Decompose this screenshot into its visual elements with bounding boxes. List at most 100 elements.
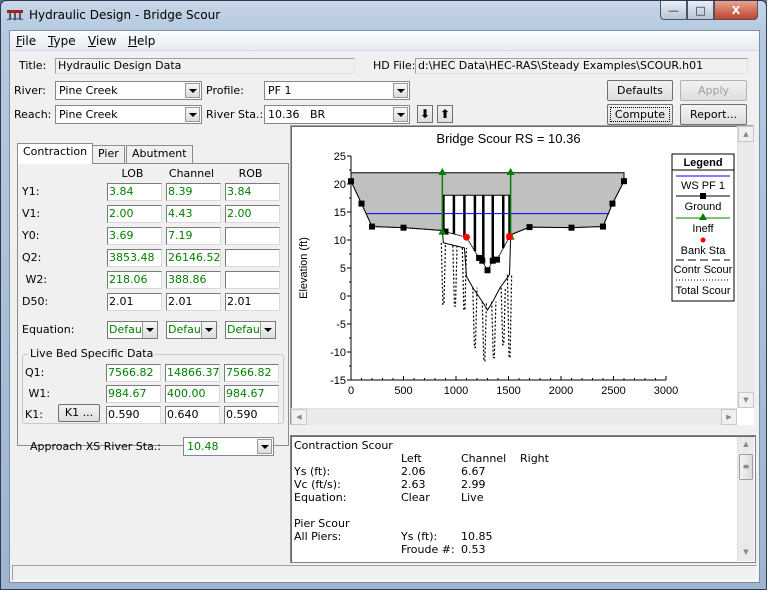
contraction-cell-lob[interactable]: 2.00 (107, 205, 162, 223)
contraction-cell-channel[interactable]: 26146.52 (166, 249, 221, 267)
scroll-up-button[interactable]: ▲ (738, 126, 754, 142)
scroll-thumb[interactable]: ≡ (739, 454, 753, 480)
w1-channel-field[interactable]: 400.00 (165, 385, 220, 403)
w1-rob-field[interactable]: 984.67 (224, 385, 279, 403)
contraction-cell-channel[interactable]: 4.43 (166, 205, 221, 223)
scroll-left-button[interactable]: ◀ (291, 409, 307, 425)
apply-button[interactable]: Apply (680, 80, 747, 101)
chevron-down-icon[interactable] (201, 322, 216, 338)
contraction-cell-lob[interactable]: 3853.48 (107, 249, 162, 267)
total-scour-hole (506, 274, 513, 359)
results-vertical-scrollbar[interactable]: ▲ ≡ ▼ (737, 437, 754, 561)
contraction-cell-rob[interactable]: 2.00 (225, 205, 280, 223)
hd-file-label: HD File: (373, 59, 416, 72)
live-bed-group: Live Bed Specific Data Q1: 7566.82 14866… (22, 347, 284, 424)
scroll-down-button[interactable]: ▼ (738, 545, 754, 561)
reach-select[interactable]: Pine Creek (55, 105, 202, 124)
contraction-cell-rob[interactable] (225, 271, 280, 289)
col-header-rob: ROB (238, 167, 263, 180)
chevron-down-icon[interactable] (260, 322, 275, 338)
scroll-right-button[interactable]: ▶ (721, 409, 737, 425)
contraction-cell-channel[interactable]: 2.01 (166, 293, 221, 311)
q1-lob-field[interactable]: 7566.82 (106, 364, 161, 382)
close-button[interactable]: X (714, 1, 758, 20)
equation-rob-select[interactable]: Defau (225, 321, 276, 339)
equation-lob-select[interactable]: Defau (107, 321, 158, 339)
contraction-cell-rob[interactable] (225, 227, 280, 245)
q1-channel-field[interactable]: 14866.37 (165, 364, 220, 382)
row-label: Q2: (22, 251, 42, 264)
legend-bank-label: Bank Sta (681, 245, 727, 257)
contraction-cell-lob[interactable]: 2.01 (107, 293, 162, 311)
equation-channel-select[interactable]: Defau (166, 321, 217, 339)
equation-label: Equation: (22, 323, 75, 336)
ys-label: Ys (ft): (294, 465, 331, 478)
chevron-down-icon[interactable] (185, 83, 200, 98)
scroll-up-button[interactable]: ▲ (738, 437, 754, 453)
defaults-button[interactable]: Defaults (607, 80, 673, 101)
q1-rob-field[interactable]: 7566.82 (224, 364, 279, 382)
profile-select[interactable]: PF 1 (264, 81, 410, 100)
menu-view[interactable]: View (88, 34, 116, 48)
row-label: Y0: (22, 229, 40, 242)
maximize-button[interactable]: □ (687, 1, 714, 20)
hd-file-field[interactable]: d:\HEC Data\HEC-RAS\Steady Examples\SCOU… (415, 58, 748, 74)
menu-type[interactable]: Type (48, 34, 76, 48)
chart-pane: Bridge Scour RS = 10.36 25 20 15 10 5 0 -5 -10 -1… (290, 125, 754, 425)
tab-abutment[interactable]: Abutment (126, 145, 193, 163)
w1-lob-field[interactable]: 984.67 (106, 385, 161, 403)
bank-station-marker (506, 233, 514, 241)
menu-help[interactable]: Help (128, 34, 155, 48)
ys-left-value: 2.06 (401, 465, 426, 478)
y-tick-label: 10 (334, 235, 346, 247)
scroll-down-button[interactable]: ▼ (738, 392, 754, 408)
y-tick-label: 5 (340, 263, 346, 275)
contraction-cell-rob[interactable] (225, 249, 280, 267)
chevron-down-icon[interactable] (257, 439, 272, 454)
k1-lob-field[interactable]: 0.590 (106, 406, 161, 424)
chart-vertical-scrollbar[interactable]: ▲ ▼ (737, 126, 754, 408)
contraction-cell-channel[interactable]: 7.19 (166, 227, 221, 245)
chevron-down-icon[interactable] (393, 107, 408, 122)
title-bar[interactable]: Hydraulic Design - Bridge Scour — □ X (1, 1, 766, 30)
river-sta-select[interactable]: 10.36 BR (264, 105, 410, 124)
legend-total-label: Total Scour (675, 285, 730, 297)
tab-contraction[interactable]: Contraction (17, 143, 94, 164)
legend-title: Legend (683, 157, 722, 169)
bridge-app-icon (7, 10, 23, 21)
chart-horizontal-scrollbar[interactable]: ◀ ▶ (291, 408, 737, 425)
minimize-button[interactable]: — (660, 1, 687, 20)
contraction-cell-channel[interactable]: 8.39 (166, 183, 221, 201)
chevron-down-icon[interactable] (185, 107, 200, 122)
contraction-panel: LOB Channel ROB Y1: 3.84 8.39 3.84 V1: 2.00 4.… (17, 163, 289, 456)
total-scour-hole (500, 287, 506, 346)
legend-ground-marker (700, 193, 706, 199)
k1-channel-field[interactable]: 0.640 (165, 406, 220, 424)
compute-button[interactable]: Compute (607, 104, 673, 125)
tab-pier[interactable]: Pier (92, 145, 125, 163)
title-field[interactable]: Hydraulic Design Data (55, 58, 355, 74)
bank-station-marker (463, 233, 470, 241)
pier-ys-label: Ys (ft): (401, 530, 438, 543)
k1-button[interactable]: K1 ... (58, 404, 100, 422)
contraction-cell-rob[interactable]: 2.01 (225, 293, 280, 311)
approach-xs-select[interactable]: 10.48 (183, 437, 274, 456)
x-tick-label: 0 (348, 385, 354, 397)
chevron-down-icon[interactable] (393, 83, 408, 98)
k1-rob-field[interactable]: 0.590 (224, 406, 279, 424)
row-label: D50: (22, 295, 49, 308)
contraction-cell-rob[interactable]: 3.84 (225, 183, 280, 201)
report-button[interactable]: Report... (680, 104, 747, 125)
chevron-down-icon[interactable] (142, 322, 157, 338)
contraction-cell-lob[interactable]: 3.69 (107, 227, 162, 245)
contraction-cell-lob[interactable]: 3.84 (107, 183, 162, 201)
ineff-marker-top (506, 168, 515, 175)
next-station-button[interactable]: ⬇ (417, 105, 433, 123)
contraction-cell-channel[interactable]: 388.86 (166, 271, 221, 289)
menu-file[interactable]: File (16, 34, 36, 48)
legend-ws-label: WS PF 1 (681, 180, 725, 192)
previous-station-button[interactable]: ⬆ (437, 105, 453, 123)
contraction-cell-lob[interactable]: 218.06 (107, 271, 162, 289)
title-label: Title: (19, 59, 47, 72)
river-select[interactable]: Pine Creek (55, 81, 202, 100)
